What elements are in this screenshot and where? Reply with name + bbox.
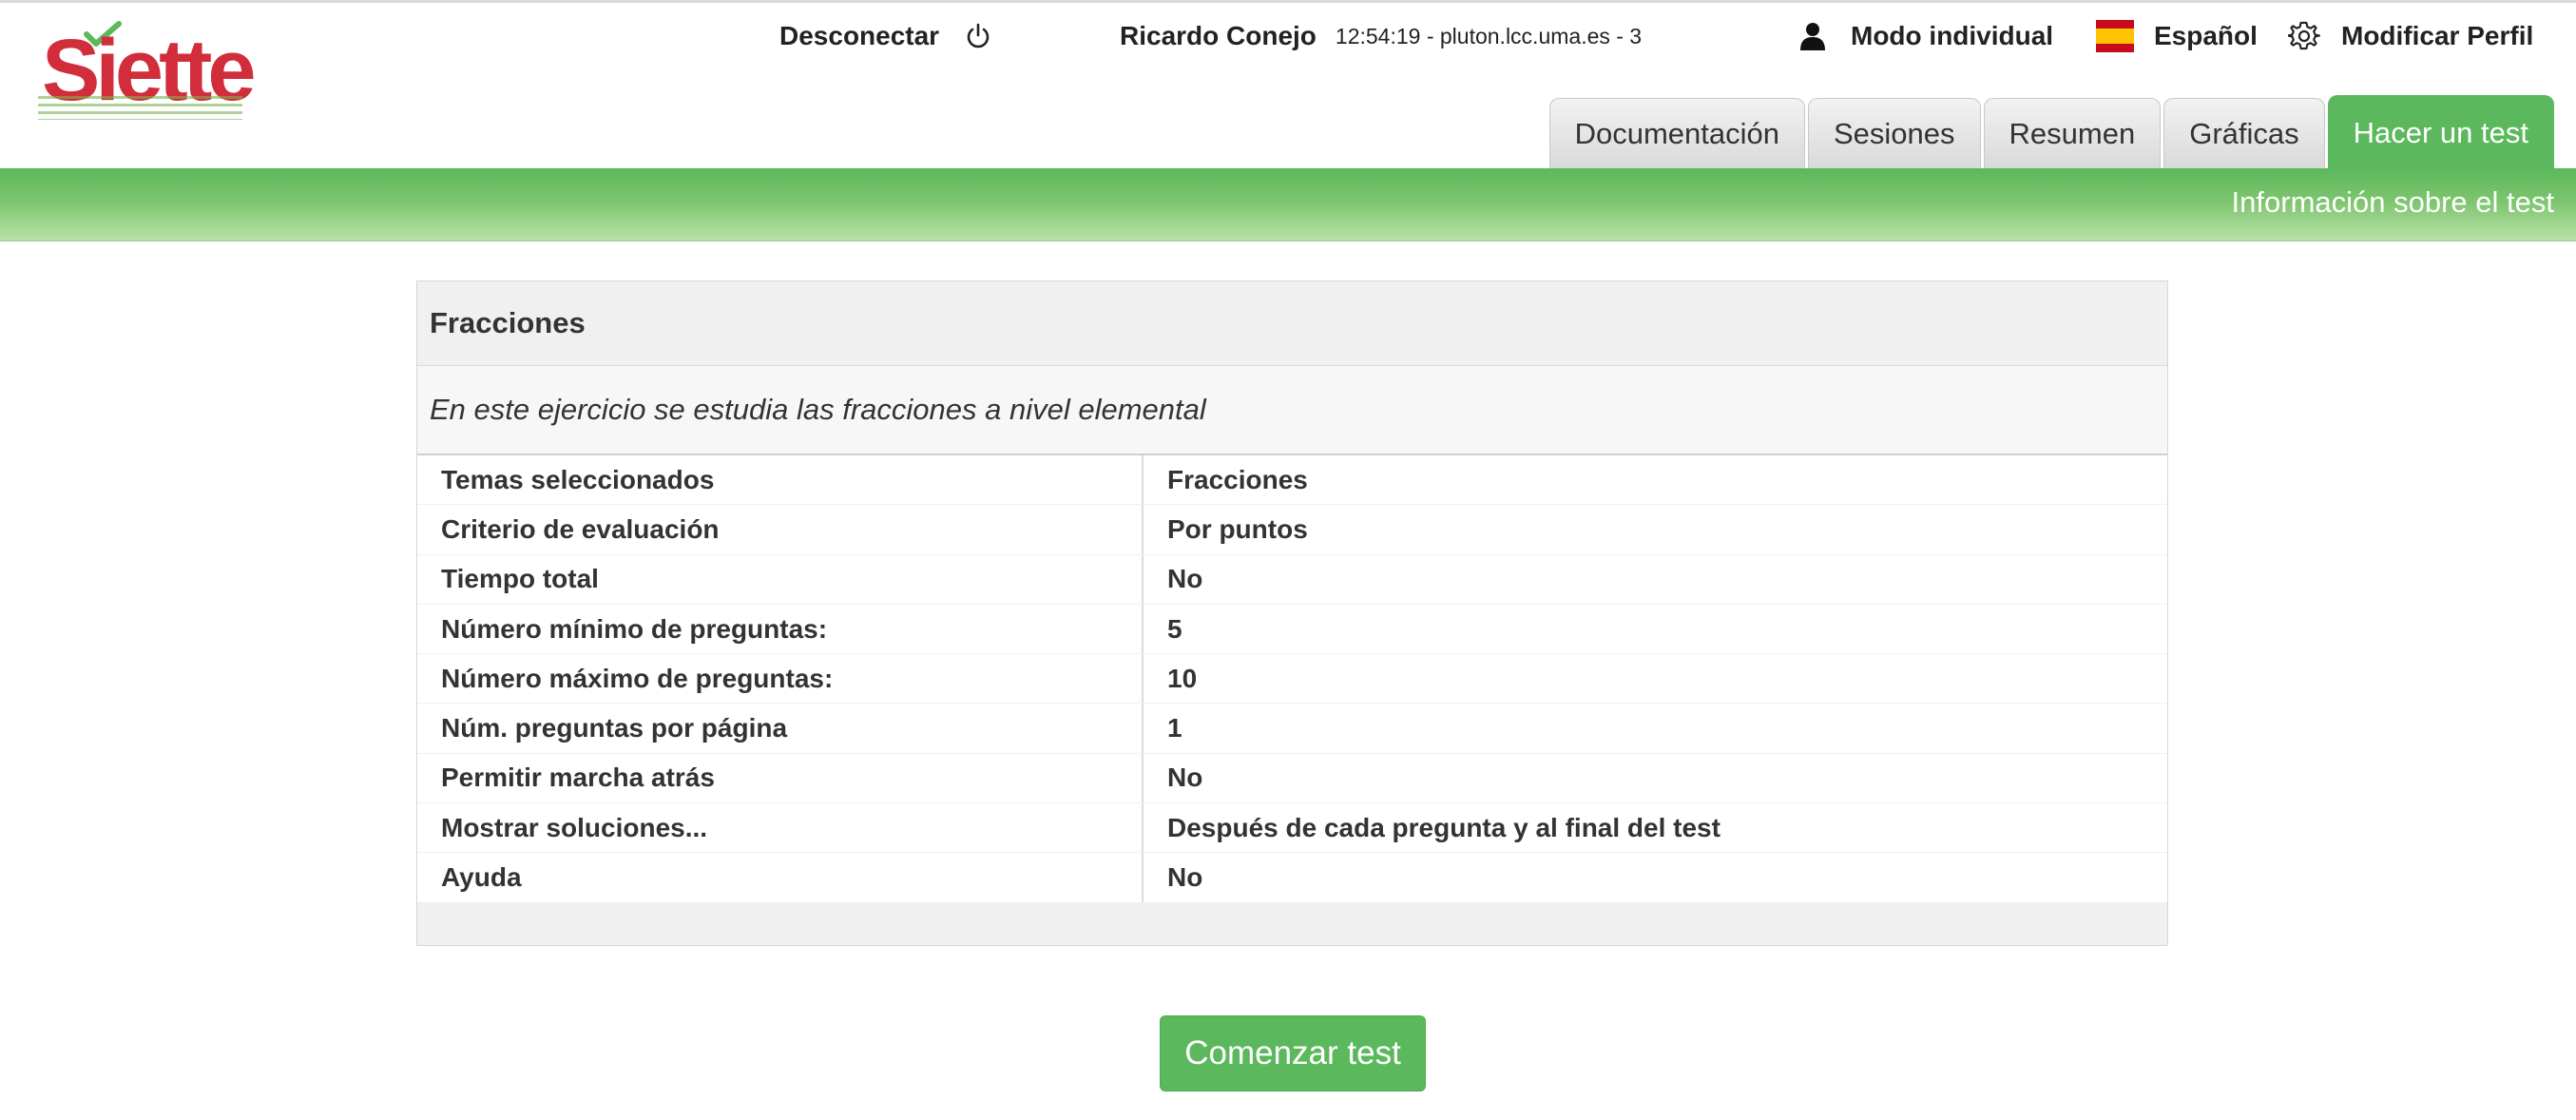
property-label: Ayuda <box>417 853 1144 902</box>
property-value: Por puntos <box>1167 513 1308 544</box>
test-description: En este ejercicio se estudia las fraccio… <box>417 366 2167 455</box>
session-info: 12:54:19 - pluton.lcc.uma.es - 3 <box>1335 23 1643 48</box>
language-label: Español <box>2154 21 2258 50</box>
profile-label: Modificar Perfil <box>2341 21 2534 50</box>
gear-icon <box>2288 20 2320 52</box>
mode-label: Modo individual <box>1851 21 2054 50</box>
property-value: No <box>1167 564 1203 594</box>
property-value: 10 <box>1167 663 1198 693</box>
test-properties-table: Temas seleccionados Fracciones Criterio … <box>417 455 2167 903</box>
property-value: Después de cada pregunta y al final del … <box>1167 812 1721 842</box>
main-tabs: Documentación Sesiones Resumen Gráficas … <box>1548 95 2554 169</box>
siette-logo[interactable]: Siette <box>38 21 257 126</box>
tab-hacer-un-test[interactable]: Hacer un test <box>2327 95 2554 169</box>
test-title: Fracciones <box>417 281 2167 366</box>
property-value: No <box>1167 862 1203 893</box>
table-row: Criterio de evaluación Por puntos <box>417 505 2167 555</box>
table-row: Núm. preguntas por página 1 <box>417 704 2167 754</box>
table-row: Ayuda No <box>417 853 2167 903</box>
property-value: No <box>1167 763 1203 793</box>
user-icon <box>1799 22 1826 50</box>
tab-resumen[interactable]: Resumen <box>1983 98 2162 169</box>
property-label: Número mínimo de preguntas: <box>417 604 1144 654</box>
property-label: Mostrar soluciones... <box>417 803 1144 853</box>
test-info-panel: Fracciones En este ejercicio se estudia … <box>416 280 2168 946</box>
profile-link[interactable]: Modificar Perfil <box>2288 19 2533 53</box>
table-row: Número mínimo de preguntas: 5 <box>417 604 2167 655</box>
top-border <box>0 0 2576 3</box>
disconnect-label: Desconectar <box>779 21 940 50</box>
disconnect-link[interactable]: Desconectar <box>779 19 992 53</box>
user-info: Ricardo Conejo 12:54:19 - pluton.lcc.uma… <box>1120 19 1642 53</box>
property-label: Temas seleccionados <box>417 455 1144 505</box>
property-label: Núm. preguntas por página <box>417 704 1144 753</box>
property-label: Número máximo de preguntas: <box>417 654 1144 704</box>
table-row: Temas seleccionados Fracciones <box>417 455 2167 506</box>
property-label: Tiempo total <box>417 554 1144 604</box>
language-selector[interactable]: Español <box>2096 19 2258 53</box>
power-icon <box>964 22 992 50</box>
table-row: Tiempo total No <box>417 554 2167 605</box>
start-test-button[interactable]: Comenzar test <box>1160 1015 1426 1091</box>
tab-graficas[interactable]: Gráficas <box>2163 98 2325 169</box>
property-value: 1 <box>1167 713 1182 743</box>
property-label: Criterio de evaluación <box>417 505 1144 554</box>
logo-stripes <box>38 91 242 120</box>
table-row: Número máximo de preguntas: 10 <box>417 654 2167 705</box>
table-row: Mostrar soluciones... Después de cada pr… <box>417 803 2167 854</box>
user-name: Ricardo Conejo <box>1120 21 1317 50</box>
mode-link[interactable]: Modo individual <box>1799 19 2053 53</box>
tab-documentacion[interactable]: Documentación <box>1548 98 1805 169</box>
table-row: Permitir marcha atrás No <box>417 753 2167 804</box>
property-value: 5 <box>1167 613 1182 644</box>
spain-flag-icon <box>2096 20 2134 52</box>
section-band: Información sobre el test <box>0 168 2576 241</box>
section-title: Información sobre el test <box>2231 185 2554 219</box>
tab-sesiones[interactable]: Sesiones <box>1807 98 1981 169</box>
property-label: Permitir marcha atrás <box>417 753 1144 803</box>
property-value: Fracciones <box>1167 464 1308 494</box>
